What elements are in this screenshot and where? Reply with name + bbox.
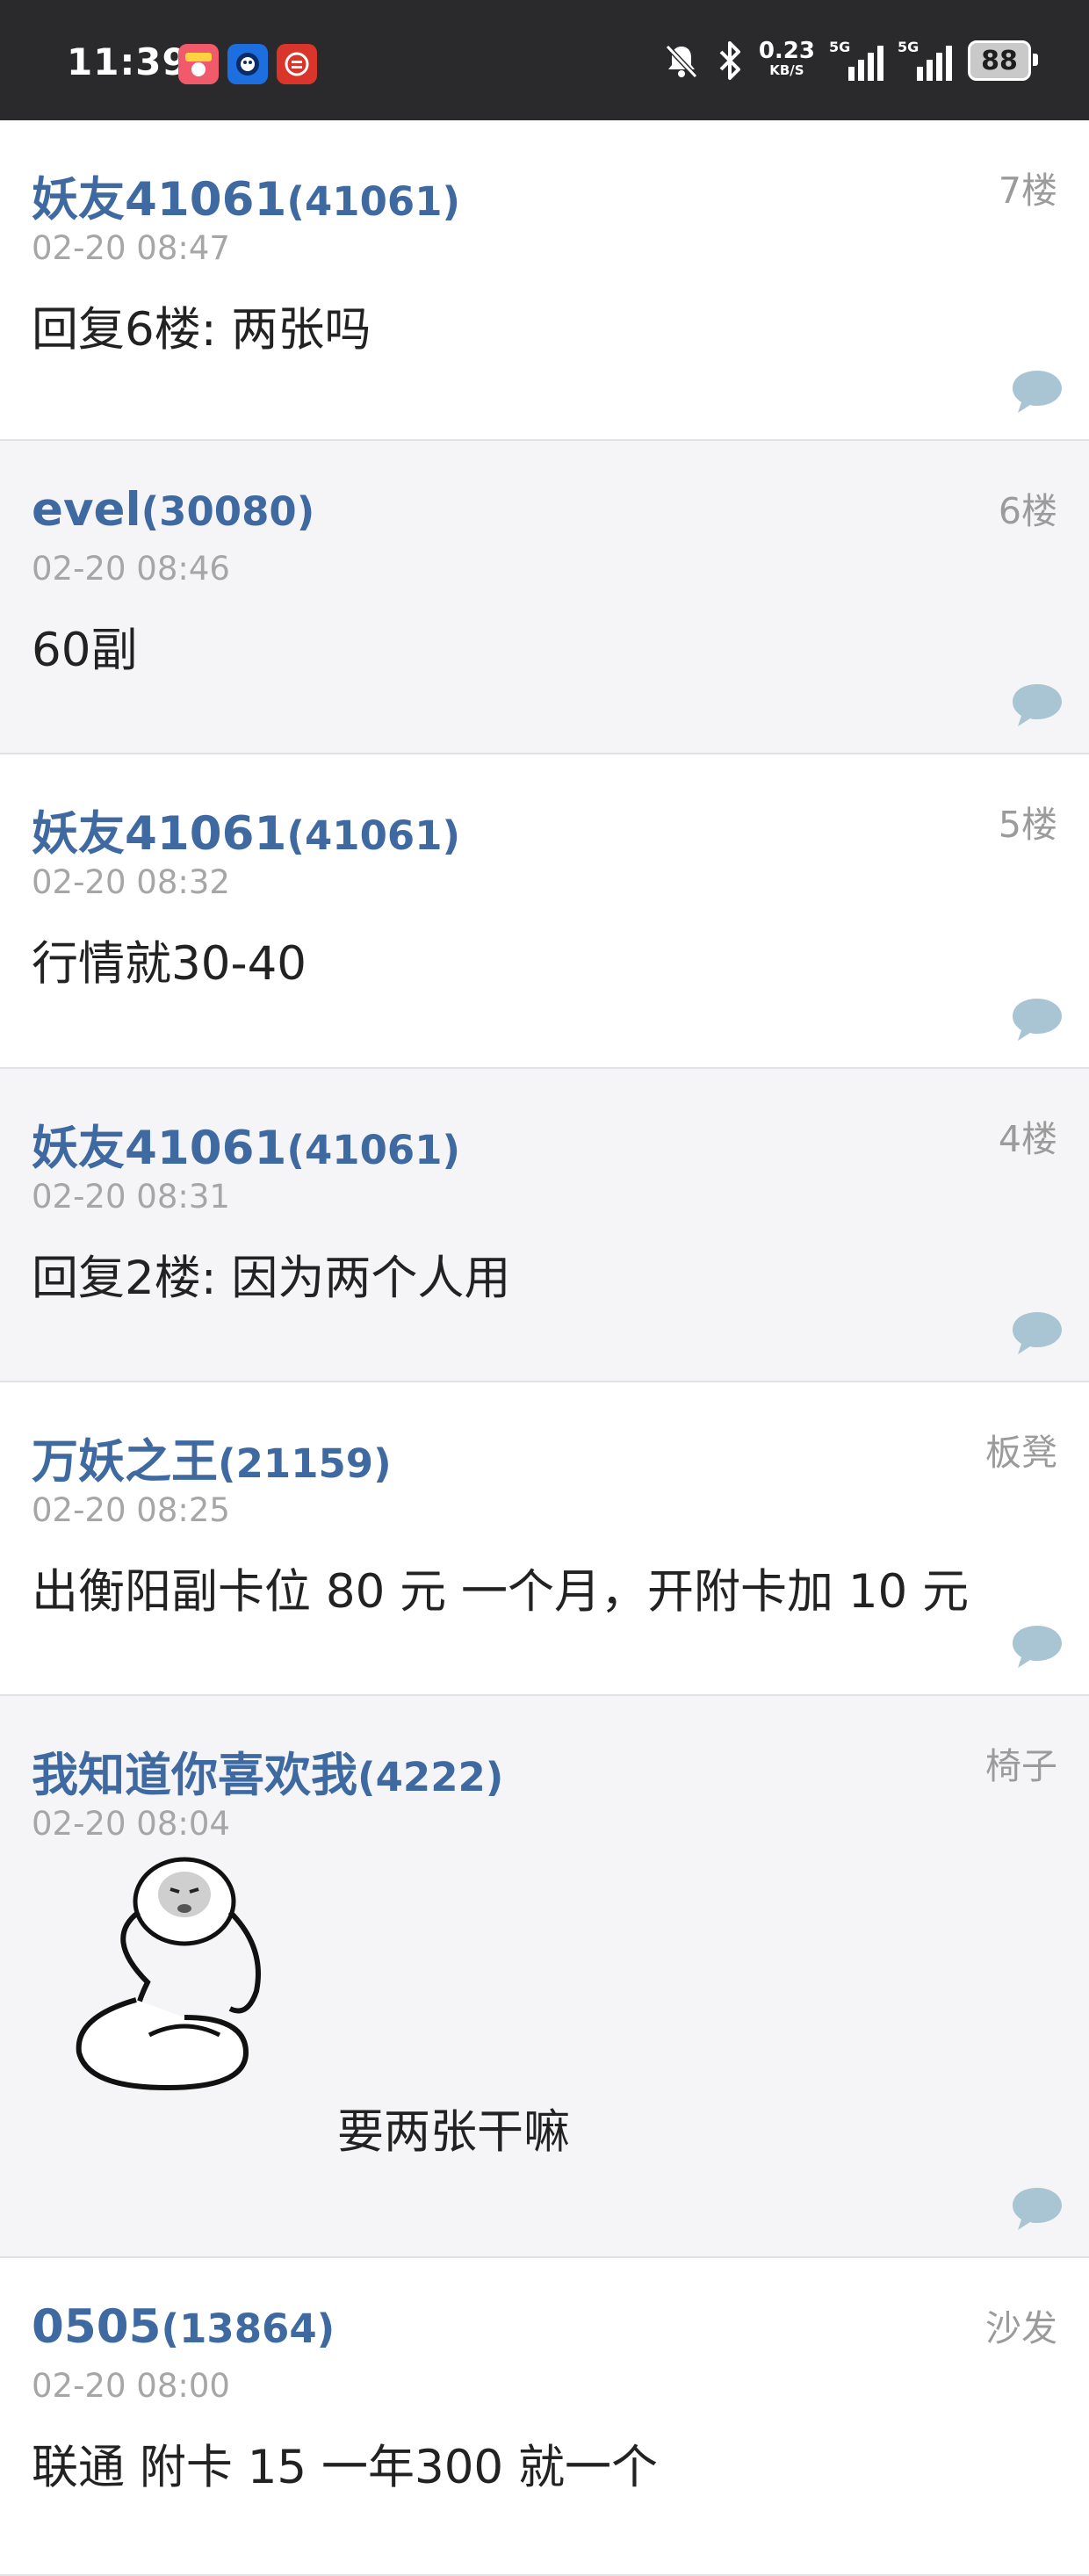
floor-label: 7楼 bbox=[998, 170, 1057, 212]
user-id: (21159) bbox=[218, 1440, 392, 1487]
post-content: 回复6楼: 两张吗 bbox=[32, 303, 371, 357]
battery-level: 88 bbox=[981, 45, 1018, 76]
username[interactable]: evel bbox=[32, 483, 141, 537]
status-right: 0.23 KB/S 5G 5G 88 bbox=[662, 39, 1038, 81]
username-link[interactable]: 我知道你喜欢我(4222) bbox=[32, 1738, 503, 1805]
reply-item[interactable]: 我知道你喜欢我(4222) 椅子 02-20 08:04 要两张干嘛 bbox=[0, 1696, 1089, 2258]
username[interactable]: 妖友41061 bbox=[32, 173, 286, 227]
app-notification-icon bbox=[178, 44, 219, 84]
floor-label: 6楼 bbox=[998, 490, 1057, 532]
username-link[interactable]: 妖友41061(41061) bbox=[32, 162, 460, 229]
post-time: 02-20 08:04 bbox=[32, 1805, 230, 1843]
status-time: 11:39 bbox=[67, 40, 189, 83]
reply-bubble-icon[interactable] bbox=[1010, 995, 1064, 1043]
floor-label: 沙发 bbox=[985, 2307, 1057, 2349]
network-speed: 0.23 KB/S bbox=[759, 40, 815, 80]
username-link[interactable]: 万妖之王(21159) bbox=[32, 1425, 392, 1491]
reply-item[interactable]: 妖友41061(41061) 7楼 02-20 08:47 回复6楼: 两张吗 bbox=[0, 120, 1089, 441]
post-content: 要两张干嘛 bbox=[337, 2105, 570, 2159]
post-content: 行情就30-40 bbox=[32, 937, 307, 991]
reply-bubble-icon[interactable] bbox=[1010, 1622, 1064, 1670]
post-content: 60副 bbox=[32, 624, 138, 677]
post-content: 联通 附卡 15 一年300 就一个 bbox=[32, 2441, 658, 2494]
reply-bubble-icon[interactable] bbox=[1010, 1309, 1064, 1356]
reply-item[interactable]: 0505(13864) 沙发 02-20 08:00 联通 附卡 15 一年30… bbox=[0, 2258, 1089, 2576]
reply-item[interactable]: 万妖之王(21159) 板凳 02-20 08:25 出衡阳副卡位 80 元 一… bbox=[0, 1382, 1089, 1696]
username[interactable]: 妖友41061 bbox=[32, 1122, 286, 1175]
app-notification-icon bbox=[227, 44, 268, 84]
user-id: (41061) bbox=[286, 178, 461, 225]
post-time: 02-20 08:25 bbox=[32, 1491, 230, 1529]
mute-bell-icon bbox=[665, 44, 698, 79]
post-time: 02-20 08:47 bbox=[32, 229, 230, 267]
status-bar: 11:39 0.23 KB/S 5G 5G 88 bbox=[0, 0, 1089, 120]
user-id: (13864) bbox=[161, 2305, 335, 2352]
post-time: 02-20 08:32 bbox=[32, 863, 230, 901]
user-id: (41061) bbox=[286, 1127, 461, 1173]
app-notification-icon bbox=[277, 44, 317, 84]
user-id: (30080) bbox=[141, 488, 315, 535]
user-id: (4222) bbox=[357, 1754, 504, 1800]
reply-list: 妖友41061(41061) 7楼 02-20 08:47 回复6楼: 两张吗 … bbox=[0, 120, 1089, 2576]
user-id: (41061) bbox=[286, 812, 461, 859]
meme-sticker-image[interactable] bbox=[53, 1851, 316, 2096]
post-content: 出衡阳副卡位 80 元 一个月，开附卡加 10 元 bbox=[32, 1565, 970, 1619]
username[interactable]: 我知道你喜欢我 bbox=[32, 1749, 357, 1802]
post-time: 02-20 08:46 bbox=[32, 550, 230, 588]
floor-label: 板凳 bbox=[985, 1432, 1057, 1474]
floor-label: 4楼 bbox=[998, 1118, 1057, 1160]
post-content: 回复2楼: 因为两个人用 bbox=[32, 1252, 511, 1305]
username[interactable]: 妖友41061 bbox=[32, 807, 286, 861]
floor-label: 5楼 bbox=[998, 804, 1057, 846]
reply-bubble-icon[interactable] bbox=[1010, 681, 1064, 728]
reply-bubble-icon[interactable] bbox=[1010, 2184, 1064, 2232]
bluetooth-icon bbox=[719, 41, 740, 80]
reply-item[interactable]: 妖友41061(41061) 4楼 02-20 08:31 回复2楼: 因为两个… bbox=[0, 1069, 1089, 1382]
post-time: 02-20 08:31 bbox=[32, 1178, 230, 1216]
reply-bubble-icon[interactable] bbox=[1010, 367, 1064, 415]
username[interactable]: 万妖之王 bbox=[32, 1435, 218, 1489]
signal-icon: 5G bbox=[829, 39, 883, 81]
username-link[interactable]: evel(30080) bbox=[32, 483, 314, 537]
username-link[interactable]: 0505(13864) bbox=[32, 2300, 335, 2354]
signal-icon: 5G bbox=[898, 39, 952, 81]
reply-item[interactable]: 妖友41061(41061) 5楼 02-20 08:32 行情就30-40 bbox=[0, 754, 1089, 1069]
username[interactable]: 0505 bbox=[32, 2300, 162, 2354]
sim1-tag: 5G bbox=[829, 39, 851, 55]
reply-item[interactable]: evel(30080) 6楼 02-20 08:46 60副 bbox=[0, 441, 1089, 754]
floor-label: 椅子 bbox=[985, 1745, 1057, 1787]
username-link[interactable]: 妖友41061(41061) bbox=[32, 797, 460, 863]
post-time: 02-20 08:00 bbox=[32, 2367, 230, 2405]
username-link[interactable]: 妖友41061(41061) bbox=[32, 1111, 460, 1178]
sim2-tag: 5G bbox=[898, 39, 920, 55]
battery-icon: 88 bbox=[968, 40, 1038, 81]
notification-icons bbox=[178, 44, 317, 84]
